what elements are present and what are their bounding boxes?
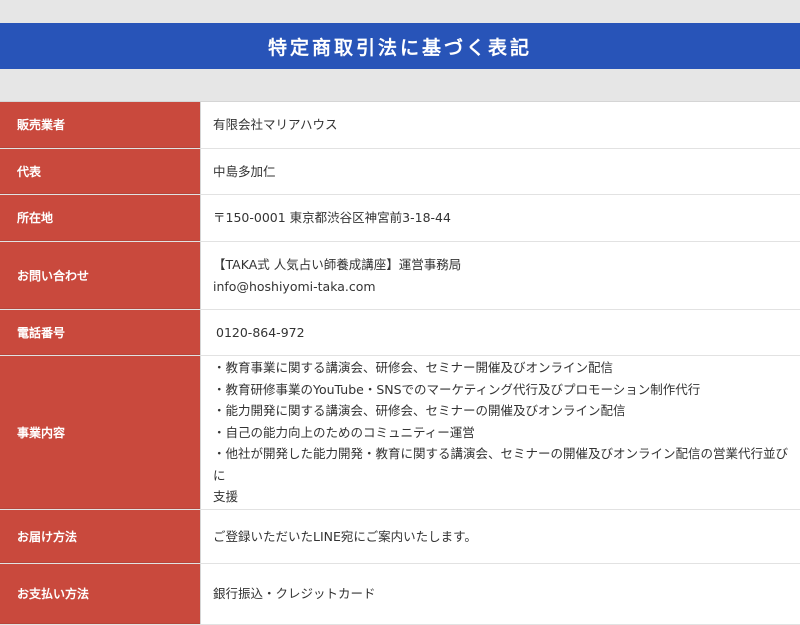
table-row-seller: 販売業者 有限会社マリアハウス xyxy=(0,102,800,149)
table-row-contact: お問い合わせ 【TAKA式 人気占い師養成講座】運営事務局 info@hoshi… xyxy=(0,242,800,310)
delivery-method: ご登録いただいたLINE宛にご案内いたします。 xyxy=(213,528,477,544)
table-row-delivery: お届け方法 ご登録いただいたLINE宛にご案内いたします。 xyxy=(0,510,800,564)
row-label: 事業内容 xyxy=(0,356,200,509)
page-title: 特定商取引法に基づく表記 xyxy=(267,36,532,59)
row-value: 中島多加仁 xyxy=(200,149,800,194)
contact-email: info@hoshiyomi-taka.com xyxy=(213,278,376,294)
row-label: 販売業者 xyxy=(0,102,200,148)
row-value: ご登録いただいたLINE宛にご案内いたします。 xyxy=(200,510,800,563)
phone-number: 0120-864-972 xyxy=(216,324,305,340)
table-row-representative: 代表 中島多加仁 xyxy=(0,149,800,195)
business-item: ・教育研修事業のYouTube・SNSでのマーケティング代行及びプロモーション制… xyxy=(213,381,701,397)
business-item: ・自己の能力向上のためのコミュニティー運営 xyxy=(213,424,475,440)
banner-spacer xyxy=(0,69,800,101)
row-value: 【TAKA式 人気占い師養成講座】運営事務局 info@hoshiyomi-ta… xyxy=(200,242,800,309)
legal-info-table: 販売業者 有限会社マリアハウス 代表 中島多加仁 所在地 〒150-0001 東… xyxy=(0,101,800,625)
row-value: ・教育事業に関する講演会、研修会、セミナー開催及びオンライン配信 ・教育研修事業… xyxy=(200,356,800,509)
business-item: ・教育事業に関する講演会、研修会、セミナー開催及びオンライン配信 xyxy=(213,360,614,376)
row-label: お支払い方法 xyxy=(0,564,200,624)
seller-name: 有限会社マリアハウス xyxy=(213,117,338,133)
table-row-phone: 電話番号 0120-864-972 xyxy=(0,310,800,356)
row-value: 0120-864-972 xyxy=(200,310,800,355)
row-label: お問い合わせ xyxy=(0,242,200,309)
contact-office: 【TAKA式 人気占い師養成講座】運営事務局 xyxy=(213,257,462,272)
row-label: お届け方法 xyxy=(0,510,200,563)
row-label: 所在地 xyxy=(0,195,200,241)
row-value: 有限会社マリアハウス xyxy=(200,102,800,148)
row-value: 〒150-0001 東京都渋谷区神宮前3-18-44 xyxy=(200,195,800,241)
top-spacer xyxy=(0,0,800,23)
business-item: ・能力開発に関する講演会、研修会、セミナーの開催及びオンライン配信 xyxy=(213,403,626,419)
business-item: 支援 xyxy=(213,489,239,505)
row-label: 電話番号 xyxy=(0,310,200,355)
table-row-payment: お支払い方法 銀行振込・クレジットカード xyxy=(0,564,800,625)
row-label: 代表 xyxy=(0,149,200,194)
payment-method: 銀行振込・クレジットカード xyxy=(213,586,376,602)
row-value: 銀行振込・クレジットカード xyxy=(200,564,800,624)
table-row-business: 事業内容 ・教育事業に関する講演会、研修会、セミナー開催及びオンライン配信 ・教… xyxy=(0,356,800,510)
table-row-address: 所在地 〒150-0001 東京都渋谷区神宮前3-18-44 xyxy=(0,195,800,242)
representative-name: 中島多加仁 xyxy=(213,163,276,179)
address-text: 〒150-0001 東京都渋谷区神宮前3-18-44 xyxy=(213,210,451,226)
page-banner: 特定商取引法に基づく表記 xyxy=(0,23,800,69)
business-item: ・他社が開発した能力開発・教育に関する講演会、セミナーの開催及びオンライン配信の… xyxy=(213,446,789,483)
